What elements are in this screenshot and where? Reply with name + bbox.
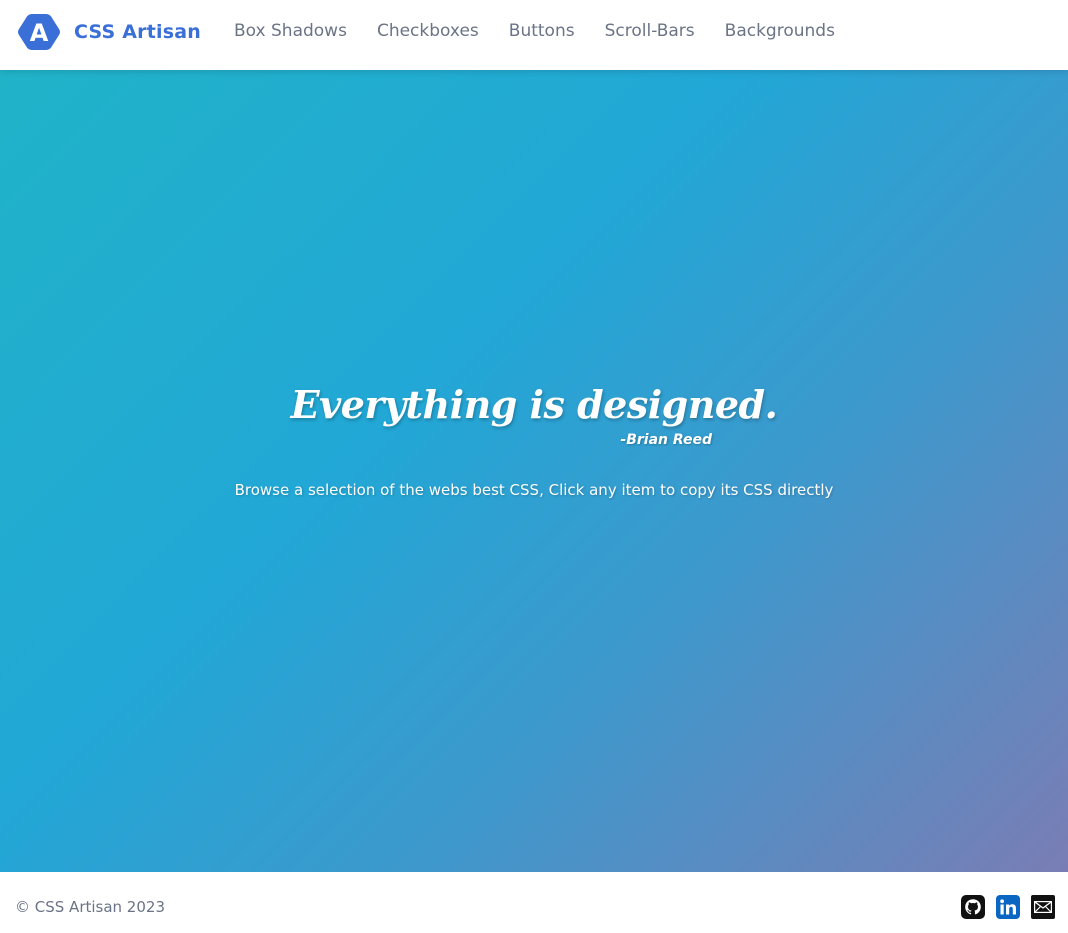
quote-author: -Brian Reed (620, 432, 712, 448)
linkedin-icon[interactable] (995, 894, 1021, 920)
github-icon[interactable] (960, 894, 986, 920)
footer: © CSS Artisan 2023 (0, 872, 1068, 933)
hero-quote: Everything is designed. (290, 382, 778, 427)
logo-icon: A (18, 14, 60, 50)
hero-section: Everything is designed. -Brian Reed Brow… (0, 70, 1068, 872)
social-links (951, 894, 1056, 920)
hero-subtitle: Browse a selection of the webs best CSS,… (234, 481, 834, 499)
mail-icon[interactable] (1030, 894, 1056, 920)
brand-name: CSS Artisan (74, 21, 201, 43)
nav-backgrounds[interactable]: Backgrounds (725, 21, 835, 41)
nav-buttons[interactable]: Buttons (509, 21, 575, 41)
nav-checkboxes[interactable]: Checkboxes (377, 21, 479, 41)
logo-letter: A (30, 19, 49, 47)
nav-box-shadows[interactable]: Box Shadows (234, 21, 347, 41)
logo-link[interactable]: A CSS Artisan (16, 12, 201, 52)
nav-scroll-bars[interactable]: Scroll-Bars (605, 21, 695, 41)
main-nav: Box Shadows Checkboxes Buttons Scroll-Ba… (234, 21, 865, 41)
copyright-text: © CSS Artisan 2023 (15, 898, 165, 916)
header: A CSS Artisan Box Shadows Checkboxes But… (0, 0, 1068, 70)
